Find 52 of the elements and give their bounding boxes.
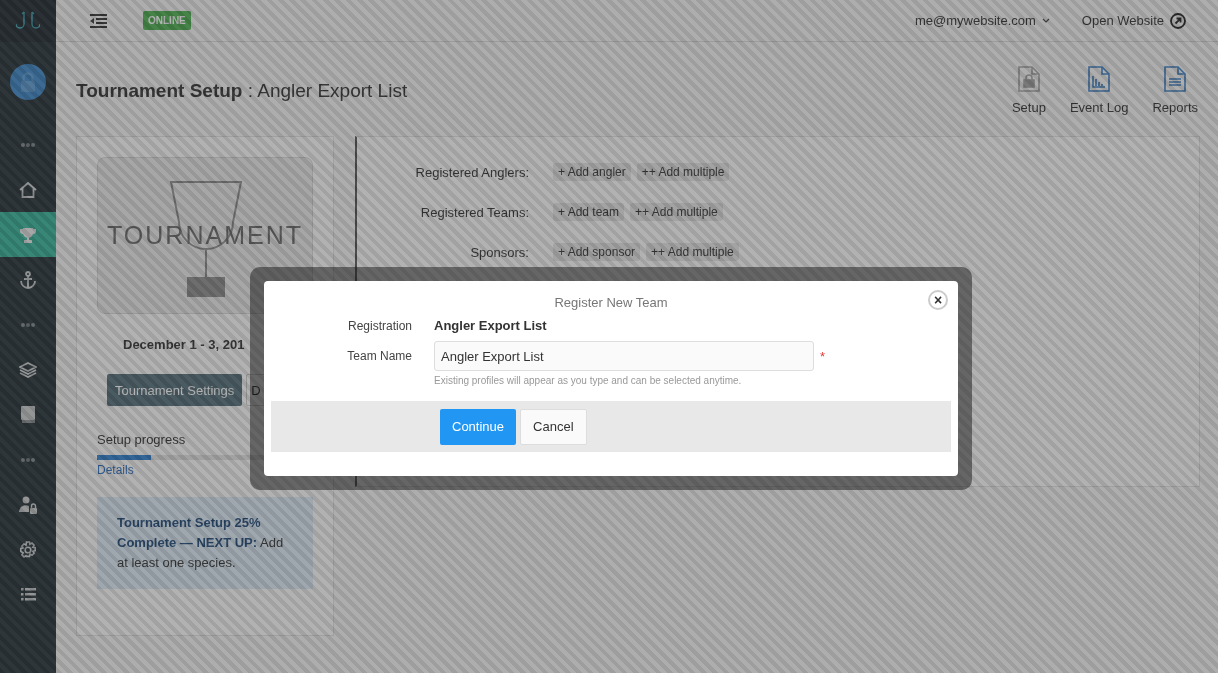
anchor-icon xyxy=(19,270,37,289)
status-badge: ONLINE xyxy=(143,11,191,30)
toolbar-button[interactable]: Event Log xyxy=(1069,66,1129,136)
page-title: Tournament Setup : Angler Export List xyxy=(76,80,408,103)
dots-icon xyxy=(21,322,35,327)
progress-label: Setup progress xyxy=(97,432,187,447)
add-button[interactable]: ++ Add multiple xyxy=(636,163,730,181)
caret-icon xyxy=(1041,18,1050,23)
field-hint: Existing profiles will appear as you type and can be selected anytime. xyxy=(434,375,743,386)
user-lock-icon xyxy=(19,495,37,514)
add-button[interactable]: + Add sponsor xyxy=(553,243,641,261)
settings-icon xyxy=(19,540,37,559)
cover-caption: TOURNAMENT xyxy=(107,221,303,250)
chart-document-icon xyxy=(1088,66,1111,92)
required-mark: * xyxy=(820,348,826,364)
add-button[interactable]: + Add team xyxy=(553,203,625,221)
field-label: Registration xyxy=(346,318,412,333)
layers-icon xyxy=(19,361,37,378)
continue-button[interactable]: Continue xyxy=(440,408,517,445)
hooks-logo-icon xyxy=(16,10,40,32)
setup-notice: Tournament Setup 25% Complete — NEXT UP: Add at least one species. xyxy=(97,497,313,589)
locked-document-icon xyxy=(1017,66,1040,92)
home-icon xyxy=(19,181,37,198)
field-label: Team Name xyxy=(346,349,412,363)
list-icon xyxy=(20,588,36,601)
close-button[interactable]: × xyxy=(928,290,948,310)
book-icon xyxy=(21,406,35,423)
trophy-icon xyxy=(20,226,36,243)
row-label: Registered Teams: xyxy=(419,204,529,220)
open-website-link[interactable]: Open Website xyxy=(1081,12,1186,29)
dots-icon xyxy=(21,142,35,147)
add-button[interactable]: + Add angler xyxy=(553,163,631,181)
add-button[interactable]: ++ Add multiple xyxy=(630,203,723,221)
logo-icon-tile[interactable] xyxy=(0,0,56,42)
sidebar-item[interactable] xyxy=(0,212,56,257)
arrow-circle-icon xyxy=(1170,12,1186,29)
settings-button[interactable]: Tournament Settings xyxy=(107,374,243,406)
row-label: Registered Anglers: xyxy=(414,164,529,180)
lock-avatar-icon xyxy=(10,64,46,100)
toolbar-button[interactable]: Reports xyxy=(1152,66,1198,136)
document-icon xyxy=(1164,66,1187,92)
account-menu[interactable]: me@mywebsite.com xyxy=(915,13,1050,28)
team-name-field[interactable]: Angler Export List xyxy=(434,341,814,371)
secondary-button[interactable]: D xyxy=(246,374,266,406)
dots-icon xyxy=(21,457,35,462)
cancel-button[interactable]: Cancel xyxy=(520,408,587,445)
event-dates: December 1 - 3, 201 xyxy=(122,337,246,352)
add-button[interactable]: ++ Add multiple xyxy=(646,243,739,261)
row-label: Sponsors: xyxy=(469,244,529,260)
dialog-title: Register New Team xyxy=(553,295,669,310)
registration-value: Angler Export List xyxy=(434,318,547,333)
menu-icon[interactable] xyxy=(90,13,107,28)
